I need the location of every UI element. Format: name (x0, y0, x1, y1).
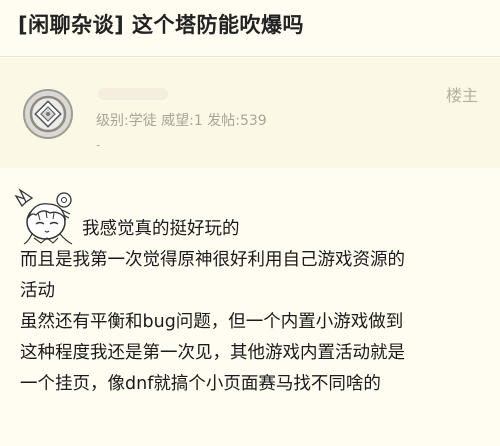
title-divider (0, 56, 500, 57)
forum-post-page: [闲聊杂谈] 这个塔防能吹爆吗 楼主 级别:学徒 威望:1 发帖:539 - 我… (0, 0, 500, 446)
default-avatar-icon[interactable] (22, 88, 74, 140)
post-body-line: 而且是我第一次觉得原神很好利用自己游戏资源的 (20, 250, 405, 270)
post-body-line: 虽然还有平衡和bug问题，但一个内置小游戏做到 (20, 312, 404, 332)
post-body-line: 活动 (20, 281, 55, 301)
thread-title: [闲聊杂谈] 这个塔防能吹爆吗 (18, 13, 305, 37)
user-sub-line: - (96, 138, 101, 152)
post-body-line: 一个挂页，像dnf就搞个小页面赛马找不同啥的 (20, 374, 381, 394)
username-placeholder (98, 88, 168, 100)
post-body: 我感觉真的挺好玩的 而且是我第一次觉得原神很好利用自己游戏资源的 活动 虽然还有… (20, 214, 490, 400)
post-body-line: 我感觉真的挺好玩的 (82, 219, 240, 239)
op-badge: 楼主 (445, 86, 478, 105)
user-stats: 级别:学徒 威望:1 发帖:539 (96, 113, 267, 129)
post-body-line: 这种程度我还是第一次见，其他游戏内置活动就是 (20, 343, 405, 363)
